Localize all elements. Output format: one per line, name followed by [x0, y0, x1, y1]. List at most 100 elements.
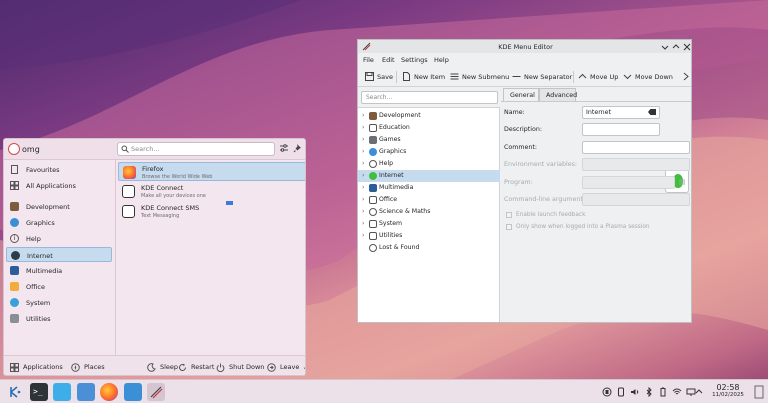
tree-item-system[interactable]: › System — [358, 218, 500, 230]
tree-item-graphics[interactable]: › Graphics — [358, 146, 500, 158]
checkbox-label: Only show when logged into a Plasma sess… — [516, 224, 650, 230]
window-title: KDE Menu Editor — [498, 43, 553, 51]
clipboard-icon[interactable] — [602, 387, 612, 397]
app-kde-connect-sms[interactable]: KDE Connect SMS Text Messaging — [118, 202, 305, 221]
category-utilities[interactable]: Utilities — [6, 311, 112, 326]
settings-app-icon[interactable] — [124, 383, 142, 401]
bluetooth-icon[interactable] — [644, 386, 654, 398]
tab-general[interactable]: General — [503, 88, 539, 101]
new-item-button[interactable]: New Item — [402, 72, 445, 81]
system-icon — [369, 220, 377, 228]
comment-field[interactable] — [582, 141, 690, 154]
category-internet[interactable]: Internet — [6, 247, 112, 262]
desktop-widget-indicator — [226, 201, 233, 205]
lost-found-icon — [369, 244, 377, 252]
category-office[interactable]: Office — [6, 279, 112, 294]
menu-file[interactable]: File — [363, 56, 374, 64]
folder-icon[interactable]: ▤ — [679, 178, 686, 186]
button-label: Save — [377, 72, 393, 81]
tree-item-multimedia[interactable]: › Multimedia — [358, 182, 500, 194]
menu-icon — [450, 72, 459, 81]
chevron-up-icon[interactable] — [671, 42, 680, 51]
tree-item-office[interactable]: › Office — [358, 194, 500, 206]
restart-button[interactable]: Restart — [178, 361, 214, 373]
new-submenu-button[interactable]: New Submenu — [450, 72, 509, 81]
taskbar: >_ 02:58 11/02/2025 — [0, 379, 768, 403]
tab-label: Places — [84, 363, 105, 371]
app-launcher-button[interactable] — [6, 383, 24, 401]
environment-variables-field[interactable] — [582, 158, 690, 171]
chevron-right-icon: › — [362, 232, 365, 239]
program-field[interactable] — [582, 176, 675, 189]
volume-icon[interactable] — [630, 387, 640, 397]
tab-places[interactable]: Places — [71, 361, 105, 373]
help-icon — [369, 160, 377, 168]
development-icon — [369, 112, 377, 120]
tree-item-science-maths[interactable]: › Science & Maths — [358, 206, 500, 218]
tree-item-lost-found[interactable]: Lost & Found — [358, 242, 500, 254]
command-line-arguments-field[interactable] — [582, 193, 690, 206]
category-help[interactable]: i Help — [6, 231, 112, 246]
menu-help[interactable]: Help — [434, 56, 449, 64]
discover-icon[interactable] — [53, 383, 71, 401]
tree-item-games[interactable]: › Games — [358, 134, 500, 146]
tree-item-utilities[interactable]: › Utilities — [358, 230, 500, 242]
app-firefox[interactable]: Firefox Browse the World Wide Web — [118, 162, 305, 181]
application-launcher: omg Search... Favourites All Application… — [3, 138, 306, 376]
tree-item-education[interactable]: › Education — [358, 122, 500, 134]
terminal-icon[interactable]: >_ — [30, 383, 48, 401]
sleep-button[interactable]: Sleep — [147, 361, 178, 373]
category-multimedia[interactable]: Multimedia — [6, 263, 112, 278]
category-development[interactable]: Development — [6, 199, 112, 214]
category-favourites[interactable]: Favourites — [6, 162, 112, 177]
tree-item-internet[interactable]: › Internet — [358, 170, 500, 182]
menu-bar: File Edit Settings Help — [358, 53, 691, 66]
plasma-only-checkbox[interactable]: Only show when logged into a Plasma sess… — [506, 224, 650, 230]
category-all-applications[interactable]: All Applications — [6, 178, 112, 193]
chevron-right-icon: › — [362, 208, 365, 215]
file-manager-icon[interactable] — [77, 383, 95, 401]
clear-icon[interactable] — [648, 109, 656, 115]
new-separator-button[interactable]: New Separator — [512, 72, 572, 81]
menu-search-input[interactable]: Search... — [361, 91, 498, 104]
chevron-up-icon[interactable] — [695, 387, 703, 397]
launcher-search-input[interactable]: Search... — [117, 142, 275, 156]
menu-settings[interactable]: Settings — [401, 56, 428, 64]
kdeconnect-tray-icon[interactable] — [616, 387, 626, 397]
chevron-right-icon[interactable] — [682, 72, 690, 81]
firefox-icon[interactable] — [100, 383, 118, 401]
category-graphics[interactable]: Graphics — [6, 215, 112, 230]
tree-item-help[interactable]: › Help — [358, 158, 500, 170]
title-bar[interactable]: KDE Menu Editor — [358, 40, 691, 53]
pin-icon[interactable] — [293, 143, 303, 153]
leave-button[interactable]: Leave ⌄ — [267, 361, 305, 373]
enable-launch-feedback-checkbox[interactable]: Enable launch feedback — [506, 212, 585, 218]
utilities-icon — [369, 232, 377, 240]
category-system[interactable]: System — [6, 295, 112, 310]
launcher-footer: Applications Places Sleep Restart Shut D… — [4, 355, 305, 375]
app-kde-connect[interactable]: KDE Connect Make all your devices one — [118, 182, 305, 201]
tab-applications[interactable]: Applications — [10, 361, 63, 373]
shutdown-button[interactable]: Shut Down — [216, 361, 264, 373]
chevron-right-icon: › — [362, 136, 365, 143]
avatar[interactable] — [8, 143, 20, 155]
office-icon — [10, 282, 19, 291]
configure-icon[interactable] — [279, 143, 289, 153]
name-field[interactable]: Internet — [582, 106, 660, 119]
menu-editor-task[interactable] — [147, 383, 165, 401]
battery-icon[interactable] — [658, 387, 668, 397]
save-button[interactable]: Save — [365, 72, 393, 81]
network-icon[interactable] — [672, 387, 682, 397]
name-value: Internet — [586, 109, 612, 116]
chevron-down-icon[interactable] — [660, 42, 669, 51]
description-field[interactable] — [582, 123, 660, 136]
show-desktop-icon[interactable] — [754, 385, 764, 399]
chevron-right-icon: › — [362, 148, 365, 155]
menu-edit[interactable]: Edit — [382, 56, 395, 64]
close-icon[interactable] — [682, 42, 691, 51]
tab-advanced[interactable]: Advanced — [539, 88, 577, 101]
move-up-button[interactable]: Move Up — [578, 72, 618, 81]
clock[interactable]: 02:58 11/02/2025 — [705, 383, 751, 398]
tree-item-development[interactable]: › Development — [358, 110, 500, 122]
move-down-button[interactable]: Move Down — [623, 72, 673, 81]
